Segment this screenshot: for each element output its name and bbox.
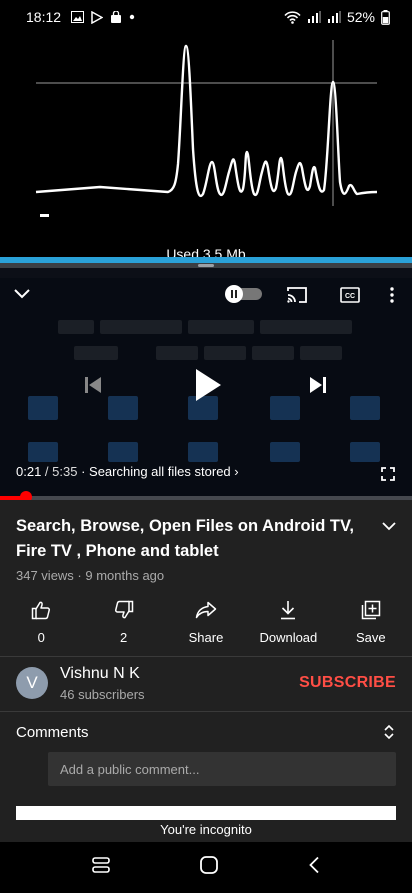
- channel-name[interactable]: Vishnu N K: [60, 665, 140, 683]
- play-button[interactable]: [190, 366, 226, 404]
- gallery-icon: [71, 11, 85, 23]
- channel-row[interactable]: V Vishnu N K 46 subscribers SUBSCRIBE: [0, 660, 412, 710]
- thumbs-down-icon: [114, 596, 134, 624]
- signal-icon-2: [327, 11, 341, 23]
- action-bar: 0 2 Share Download Save: [0, 596, 412, 652]
- signal-icon-1: [307, 11, 321, 23]
- save-button[interactable]: Save: [330, 596, 412, 652]
- shopping-bag-icon: [111, 10, 122, 23]
- memory-graph: [35, 40, 378, 217]
- status-notification-icons: [71, 10, 135, 24]
- divider: [0, 656, 412, 657]
- recent-apps-icon[interactable]: [92, 856, 111, 879]
- download-button[interactable]: Download: [247, 596, 329, 652]
- more-notifications-icon: [129, 14, 135, 20]
- video-meta: 347 views · 9 months ago: [16, 568, 165, 583]
- comments-section[interactable]: Comments Add a public comment...: [0, 719, 412, 799]
- back-icon[interactable]: [308, 856, 320, 879]
- status-bar: 18:12 52%: [0, 0, 412, 34]
- cast-icon[interactable]: [284, 284, 310, 306]
- incognito-banner-bar: [16, 806, 396, 820]
- like-button[interactable]: 0: [0, 596, 82, 652]
- comment-input[interactable]: Add a public comment...: [48, 752, 396, 786]
- subscribe-button[interactable]: SUBSCRIBE: [299, 674, 396, 692]
- player-time-readout: 0:21 / 5:35 · Searching all files stored…: [16, 464, 239, 479]
- like-count: 0: [37, 630, 45, 645]
- share-button[interactable]: Share: [165, 596, 247, 652]
- comments-label: Comments: [16, 724, 89, 741]
- battery-icon: [381, 9, 390, 25]
- previous-video-icon[interactable]: [80, 372, 106, 398]
- download-label: Download: [259, 630, 318, 645]
- system-nav-bar: [0, 842, 412, 893]
- time-separator: /: [41, 464, 53, 479]
- chapter-label[interactable]: · Searching all files stored ›: [77, 464, 239, 479]
- play-store-icon: [91, 10, 104, 24]
- home-icon[interactable]: [199, 855, 219, 880]
- battery-text: 52%: [346, 9, 375, 25]
- divider: [0, 711, 412, 712]
- video-title[interactable]: Search, Browse, Open Files on Android TV…: [16, 514, 356, 564]
- graph-marker: [40, 214, 49, 217]
- expand-description-icon[interactable]: [382, 518, 396, 536]
- captions-icon[interactable]: CC: [338, 284, 362, 306]
- graph-waveform: [35, 44, 378, 198]
- save-label: Save: [355, 630, 386, 645]
- dislike-button[interactable]: 2: [82, 596, 164, 652]
- wifi-icon: [284, 10, 301, 24]
- status-time: 18:12: [26, 9, 62, 25]
- channel-avatar[interactable]: V: [16, 667, 48, 699]
- fullscreen-icon[interactable]: [378, 464, 398, 484]
- watch-details: Search, Browse, Open Files on Android TV…: [0, 500, 412, 840]
- dislike-count: 2: [119, 630, 128, 645]
- thumbs-up-icon: [31, 596, 51, 624]
- next-video-icon[interactable]: [305, 372, 331, 398]
- expand-comments-icon[interactable]: [384, 724, 394, 745]
- split-screen-handle[interactable]: [198, 264, 214, 267]
- add-to-playlist-icon: [361, 596, 381, 624]
- share-icon: [195, 596, 217, 624]
- video-player[interactable]: CC 0:21 / 5:35 · Searching all files sto…: [0, 268, 412, 500]
- current-time: 0:21: [16, 464, 42, 479]
- more-options-icon[interactable]: [384, 284, 400, 306]
- download-icon: [280, 596, 296, 624]
- minimize-chevron-icon[interactable]: [10, 284, 34, 304]
- svg-text:CC: CC: [345, 293, 355, 300]
- share-label: Share: [188, 630, 224, 645]
- autoplay-toggle[interactable]: [222, 284, 264, 304]
- channel-subscribers: 46 subscribers: [60, 687, 145, 702]
- incognito-label: You're incognito: [0, 822, 412, 842]
- status-system-icons: 52%: [284, 9, 390, 25]
- duration: 5:35: [52, 464, 78, 479]
